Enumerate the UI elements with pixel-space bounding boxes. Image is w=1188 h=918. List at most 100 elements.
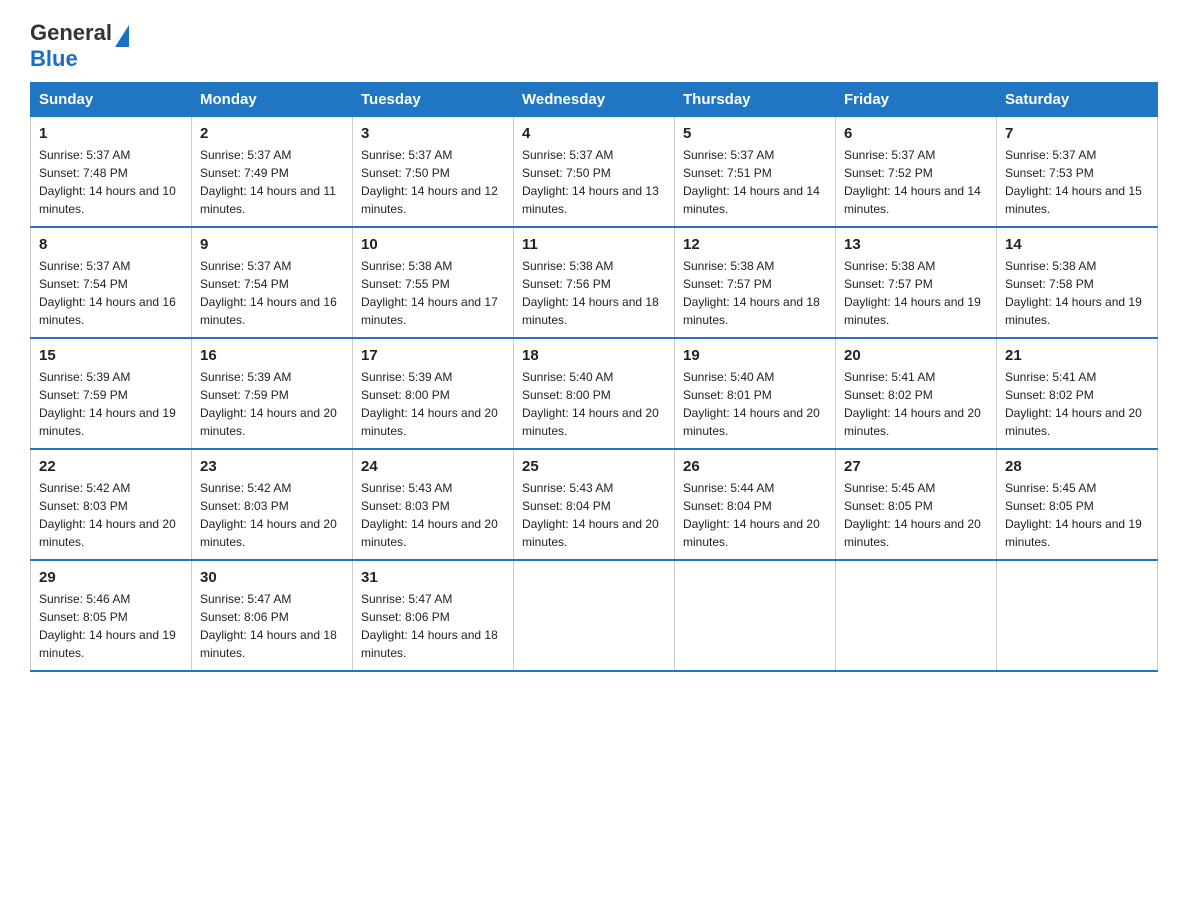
- day-number: 6: [844, 125, 988, 142]
- calendar-day-cell: 24 Sunrise: 5:43 AMSunset: 8:03 PMDaylig…: [353, 449, 514, 560]
- calendar-day-cell: 13 Sunrise: 5:38 AMSunset: 7:57 PMDaylig…: [836, 227, 997, 338]
- calendar-week-row: 29 Sunrise: 5:46 AMSunset: 8:05 PMDaylig…: [31, 560, 1158, 671]
- day-number: 2: [200, 125, 344, 142]
- day-number: 24: [361, 458, 505, 475]
- calendar-week-row: 22 Sunrise: 5:42 AMSunset: 8:03 PMDaylig…: [31, 449, 1158, 560]
- calendar-day-cell: 2 Sunrise: 5:37 AMSunset: 7:49 PMDayligh…: [192, 117, 353, 228]
- calendar-day-cell: 11 Sunrise: 5:38 AMSunset: 7:56 PMDaylig…: [514, 227, 675, 338]
- calendar-day-cell: 23 Sunrise: 5:42 AMSunset: 8:03 PMDaylig…: [192, 449, 353, 560]
- calendar-day-cell: 28 Sunrise: 5:45 AMSunset: 8:05 PMDaylig…: [997, 449, 1158, 560]
- day-number: 14: [1005, 236, 1149, 253]
- calendar-day-cell: 15 Sunrise: 5:39 AMSunset: 7:59 PMDaylig…: [31, 338, 192, 449]
- day-number: 8: [39, 236, 183, 253]
- day-number: 29: [39, 569, 183, 586]
- day-number: 17: [361, 347, 505, 364]
- calendar-week-row: 15 Sunrise: 5:39 AMSunset: 7:59 PMDaylig…: [31, 338, 1158, 449]
- calendar-day-cell: 19 Sunrise: 5:40 AMSunset: 8:01 PMDaylig…: [675, 338, 836, 449]
- day-number: 1: [39, 125, 183, 142]
- day-number: 5: [683, 125, 827, 142]
- day-number: 11: [522, 236, 666, 253]
- day-number: 26: [683, 458, 827, 475]
- calendar-day-cell: [997, 560, 1158, 671]
- calendar-day-cell: 4 Sunrise: 5:37 AMSunset: 7:50 PMDayligh…: [514, 117, 675, 228]
- day-info: Sunrise: 5:47 AMSunset: 8:06 PMDaylight:…: [361, 592, 498, 660]
- calendar-day-cell: 14 Sunrise: 5:38 AMSunset: 7:58 PMDaylig…: [997, 227, 1158, 338]
- page-header: General Blue: [30, 20, 1158, 72]
- day-number: 3: [361, 125, 505, 142]
- day-number: 25: [522, 458, 666, 475]
- calendar-day-cell: 22 Sunrise: 5:42 AMSunset: 8:03 PMDaylig…: [31, 449, 192, 560]
- weekday-header-monday: Monday: [192, 83, 353, 117]
- day-info: Sunrise: 5:37 AMSunset: 7:50 PMDaylight:…: [361, 148, 498, 216]
- calendar-day-cell: 8 Sunrise: 5:37 AMSunset: 7:54 PMDayligh…: [31, 227, 192, 338]
- day-number: 16: [200, 347, 344, 364]
- day-number: 9: [200, 236, 344, 253]
- day-number: 30: [200, 569, 344, 586]
- day-number: 10: [361, 236, 505, 253]
- weekday-header-saturday: Saturday: [997, 83, 1158, 117]
- calendar-day-cell: 29 Sunrise: 5:46 AMSunset: 8:05 PMDaylig…: [31, 560, 192, 671]
- logo-general-text: General: [30, 20, 112, 46]
- day-info: Sunrise: 5:41 AMSunset: 8:02 PMDaylight:…: [844, 370, 981, 438]
- day-info: Sunrise: 5:40 AMSunset: 8:01 PMDaylight:…: [683, 370, 820, 438]
- calendar-day-cell: 27 Sunrise: 5:45 AMSunset: 8:05 PMDaylig…: [836, 449, 997, 560]
- day-info: Sunrise: 5:45 AMSunset: 8:05 PMDaylight:…: [1005, 481, 1142, 549]
- day-info: Sunrise: 5:39 AMSunset: 7:59 PMDaylight:…: [200, 370, 337, 438]
- day-info: Sunrise: 5:40 AMSunset: 8:00 PMDaylight:…: [522, 370, 659, 438]
- day-number: 23: [200, 458, 344, 475]
- weekday-header-sunday: Sunday: [31, 83, 192, 117]
- calendar-day-cell: [675, 560, 836, 671]
- day-info: Sunrise: 5:37 AMSunset: 7:54 PMDaylight:…: [39, 259, 176, 327]
- calendar-day-cell: [514, 560, 675, 671]
- calendar-day-cell: 18 Sunrise: 5:40 AMSunset: 8:00 PMDaylig…: [514, 338, 675, 449]
- calendar-day-cell: 30 Sunrise: 5:47 AMSunset: 8:06 PMDaylig…: [192, 560, 353, 671]
- day-number: 20: [844, 347, 988, 364]
- day-info: Sunrise: 5:37 AMSunset: 7:54 PMDaylight:…: [200, 259, 337, 327]
- day-info: Sunrise: 5:41 AMSunset: 8:02 PMDaylight:…: [1005, 370, 1142, 438]
- calendar-day-cell: 17 Sunrise: 5:39 AMSunset: 8:00 PMDaylig…: [353, 338, 514, 449]
- day-info: Sunrise: 5:46 AMSunset: 8:05 PMDaylight:…: [39, 592, 176, 660]
- day-info: Sunrise: 5:38 AMSunset: 7:58 PMDaylight:…: [1005, 259, 1142, 327]
- day-info: Sunrise: 5:42 AMSunset: 8:03 PMDaylight:…: [200, 481, 337, 549]
- day-info: Sunrise: 5:45 AMSunset: 8:05 PMDaylight:…: [844, 481, 981, 549]
- day-info: Sunrise: 5:37 AMSunset: 7:52 PMDaylight:…: [844, 148, 981, 216]
- logo-blue-text: Blue: [30, 46, 78, 72]
- calendar-day-cell: 10 Sunrise: 5:38 AMSunset: 7:55 PMDaylig…: [353, 227, 514, 338]
- day-info: Sunrise: 5:38 AMSunset: 7:57 PMDaylight:…: [683, 259, 820, 327]
- day-info: Sunrise: 5:47 AMSunset: 8:06 PMDaylight:…: [200, 592, 337, 660]
- day-number: 7: [1005, 125, 1149, 142]
- calendar-day-cell: 31 Sunrise: 5:47 AMSunset: 8:06 PMDaylig…: [353, 560, 514, 671]
- day-number: 27: [844, 458, 988, 475]
- logo: General Blue: [30, 20, 129, 72]
- day-info: Sunrise: 5:38 AMSunset: 7:55 PMDaylight:…: [361, 259, 498, 327]
- day-number: 19: [683, 347, 827, 364]
- day-number: 18: [522, 347, 666, 364]
- calendar-day-cell: 5 Sunrise: 5:37 AMSunset: 7:51 PMDayligh…: [675, 117, 836, 228]
- weekday-header-tuesday: Tuesday: [353, 83, 514, 117]
- calendar-day-cell: 7 Sunrise: 5:37 AMSunset: 7:53 PMDayligh…: [997, 117, 1158, 228]
- day-number: 12: [683, 236, 827, 253]
- day-number: 31: [361, 569, 505, 586]
- day-info: Sunrise: 5:38 AMSunset: 7:57 PMDaylight:…: [844, 259, 981, 327]
- day-info: Sunrise: 5:38 AMSunset: 7:56 PMDaylight:…: [522, 259, 659, 327]
- logo-triangle-icon: [115, 25, 129, 47]
- calendar-day-cell: 16 Sunrise: 5:39 AMSunset: 7:59 PMDaylig…: [192, 338, 353, 449]
- day-info: Sunrise: 5:37 AMSunset: 7:50 PMDaylight:…: [522, 148, 659, 216]
- day-info: Sunrise: 5:43 AMSunset: 8:04 PMDaylight:…: [522, 481, 659, 549]
- calendar-day-cell: [836, 560, 997, 671]
- weekday-header-thursday: Thursday: [675, 83, 836, 117]
- calendar-day-cell: 1 Sunrise: 5:37 AMSunset: 7:48 PMDayligh…: [31, 117, 192, 228]
- calendar-day-cell: 25 Sunrise: 5:43 AMSunset: 8:04 PMDaylig…: [514, 449, 675, 560]
- calendar-day-cell: 6 Sunrise: 5:37 AMSunset: 7:52 PMDayligh…: [836, 117, 997, 228]
- calendar-day-cell: 20 Sunrise: 5:41 AMSunset: 8:02 PMDaylig…: [836, 338, 997, 449]
- calendar-day-cell: 9 Sunrise: 5:37 AMSunset: 7:54 PMDayligh…: [192, 227, 353, 338]
- weekday-header-friday: Friday: [836, 83, 997, 117]
- day-info: Sunrise: 5:42 AMSunset: 8:03 PMDaylight:…: [39, 481, 176, 549]
- day-number: 21: [1005, 347, 1149, 364]
- calendar-day-cell: 26 Sunrise: 5:44 AMSunset: 8:04 PMDaylig…: [675, 449, 836, 560]
- calendar-day-cell: 3 Sunrise: 5:37 AMSunset: 7:50 PMDayligh…: [353, 117, 514, 228]
- day-info: Sunrise: 5:37 AMSunset: 7:53 PMDaylight:…: [1005, 148, 1142, 216]
- calendar-table: SundayMondayTuesdayWednesdayThursdayFrid…: [30, 82, 1158, 672]
- day-number: 22: [39, 458, 183, 475]
- day-info: Sunrise: 5:37 AMSunset: 7:49 PMDaylight:…: [200, 148, 336, 216]
